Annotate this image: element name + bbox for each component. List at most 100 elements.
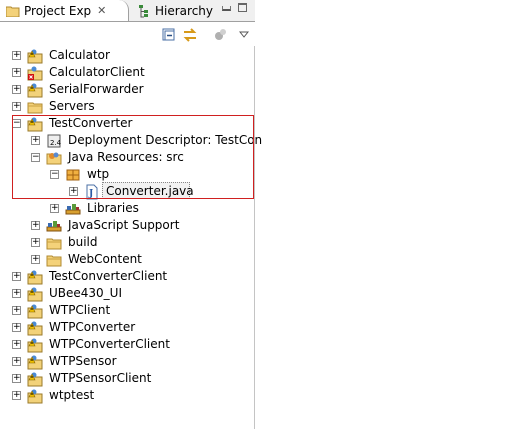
- tree-item-label: wtp: [87, 167, 110, 181]
- libraries-icon: [65, 201, 81, 217]
- project-warning-icon: [27, 303, 43, 319]
- tree-item-label: Deployment Descriptor: TestCon: [68, 133, 263, 147]
- tree-item[interactable]: − wtp: [0, 166, 255, 183]
- tree-item-label: WebContent: [68, 252, 142, 266]
- expand-icon[interactable]: +: [12, 272, 21, 281]
- tree-item-label: Libraries: [87, 201, 139, 215]
- collapse-icon[interactable]: −: [12, 119, 21, 128]
- tree-item[interactable]: − TestConverter: [0, 115, 255, 132]
- tree-item[interactable]: + UBee430_UI: [0, 285, 255, 302]
- expand-icon[interactable]: +: [31, 136, 40, 145]
- tree-item-label: SerialForwarder: [49, 82, 144, 96]
- expand-icon[interactable]: +: [12, 391, 21, 400]
- folder-icon: [27, 99, 43, 115]
- project-warning-icon: [27, 371, 43, 387]
- project-warning-icon: [27, 337, 43, 353]
- tree-item[interactable]: + WebContent: [0, 251, 255, 268]
- project-warning-icon: [27, 354, 43, 370]
- project-error-icon: [27, 65, 43, 81]
- tree-item[interactable]: + WTPConverter: [0, 319, 255, 336]
- tree-item[interactable]: + CalculatorClient: [0, 64, 255, 81]
- tree-item[interactable]: + JavaScript Support: [0, 217, 255, 234]
- tree-item-label: UBee430_UI: [49, 286, 123, 300]
- project-warning-icon: [27, 320, 43, 336]
- svg-text:J: J: [88, 189, 93, 199]
- folder-icon: [46, 235, 62, 251]
- tree-item[interactable]: + Calculator: [0, 47, 255, 64]
- tree-item[interactable]: + Libraries: [0, 200, 255, 217]
- filters-icon[interactable]: [213, 27, 229, 43]
- collapse-all-icon[interactable]: [161, 27, 177, 43]
- tree-item-label: WTPConverter: [49, 320, 136, 334]
- tree-item-label: WTPConverterClient: [49, 337, 170, 351]
- expand-icon[interactable]: +: [12, 289, 21, 298]
- tree-item[interactable]: + WTPConverterClient: [0, 336, 255, 353]
- tree-item-label: WTPSensor: [49, 354, 117, 368]
- expand-icon[interactable]: +: [69, 187, 78, 196]
- tree-item-label: Calculator: [49, 48, 110, 62]
- view-tab-bar: Project Exp ✕ Hierarchy: [0, 0, 255, 22]
- project-warning-icon: [27, 269, 43, 285]
- expand-icon[interactable]: +: [12, 306, 21, 315]
- tree-item-label: JavaScript Support: [68, 218, 180, 232]
- expand-icon[interactable]: +: [12, 374, 21, 383]
- svg-text:2.4: 2.4: [50, 139, 62, 147]
- tree-item-label: Servers: [49, 99, 95, 113]
- java-file-icon: J: [84, 184, 100, 200]
- tree-item[interactable]: +2.4 Deployment Descriptor: TestCon: [0, 132, 262, 149]
- libraries-icon: [46, 218, 62, 234]
- expand-icon[interactable]: +: [12, 340, 21, 349]
- java-resources-icon: [46, 150, 62, 166]
- tree-item[interactable]: + SerialForwarder: [0, 81, 255, 98]
- tab-label: Hierarchy: [155, 3, 214, 18]
- tree-item[interactable]: + WTPClient: [0, 302, 255, 319]
- tree-item-label: WTPSensorClient: [49, 371, 152, 385]
- minimize-icon[interactable]: [222, 6, 231, 11]
- deployment-descriptor-icon: 2.4: [46, 133, 62, 149]
- project-warning-icon: [27, 48, 43, 64]
- tree-item-label: WTPClient: [49, 303, 111, 317]
- tree-item[interactable]: − Java Resources: src: [0, 149, 255, 166]
- expand-icon[interactable]: +: [12, 357, 21, 366]
- expand-icon[interactable]: +: [31, 221, 40, 230]
- tab-project-explorer[interactable]: Project Exp ✕: [0, 0, 129, 21]
- project-explorer-icon: [6, 6, 20, 17]
- expand-icon[interactable]: +: [12, 85, 21, 94]
- expand-icon[interactable]: +: [12, 51, 21, 60]
- tree-item-label: TestConverter: [49, 116, 133, 130]
- expand-icon[interactable]: +: [12, 68, 21, 77]
- tree-item[interactable]: + TestConverterClient: [0, 268, 255, 285]
- view-menu-icon[interactable]: [236, 27, 252, 43]
- tree-item-label: Java Resources: src: [68, 150, 184, 164]
- collapse-icon[interactable]: −: [50, 170, 59, 179]
- link-with-editor-icon[interactable]: [182, 27, 198, 43]
- tree-item[interactable]: + Servers: [0, 98, 255, 115]
- tree-item-label: Converter.java: [106, 184, 194, 198]
- tree-item-label: build: [68, 235, 98, 249]
- maximize-icon[interactable]: [238, 3, 247, 12]
- hierarchy-icon: [139, 4, 148, 17]
- tab-hierarchy[interactable]: Hierarchy: [133, 0, 213, 21]
- expand-icon[interactable]: +: [50, 204, 59, 213]
- project-warning-icon: [27, 286, 43, 302]
- folder-icon: [46, 252, 62, 268]
- tree-item-label: wtptest: [49, 388, 95, 402]
- tree-item[interactable]: + J Converter.java: [0, 183, 255, 200]
- project-warning-icon: [27, 116, 43, 132]
- tree-item[interactable]: + WTPSensor: [0, 353, 255, 370]
- project-explorer-panel: Project Exp ✕ Hierarchy + Calculator + C…: [0, 0, 262, 429]
- expand-icon[interactable]: +: [31, 255, 40, 264]
- expand-icon[interactable]: +: [12, 323, 21, 332]
- project-warning-icon: [27, 82, 43, 98]
- tree-item-label: TestConverterClient: [49, 269, 168, 283]
- collapse-icon[interactable]: −: [31, 153, 40, 162]
- close-icon[interactable]: ✕: [97, 4, 106, 17]
- tree-item[interactable]: + WTPSensorClient: [0, 370, 255, 387]
- tree-item[interactable]: + wtptest: [0, 387, 255, 404]
- tree-item[interactable]: + build: [0, 234, 255, 251]
- tab-label: Project Exp: [24, 3, 92, 18]
- project-warning-icon: [27, 388, 43, 404]
- expand-icon[interactable]: +: [12, 102, 21, 111]
- expand-icon[interactable]: +: [31, 238, 40, 247]
- view-toolbar: [0, 22, 255, 46]
